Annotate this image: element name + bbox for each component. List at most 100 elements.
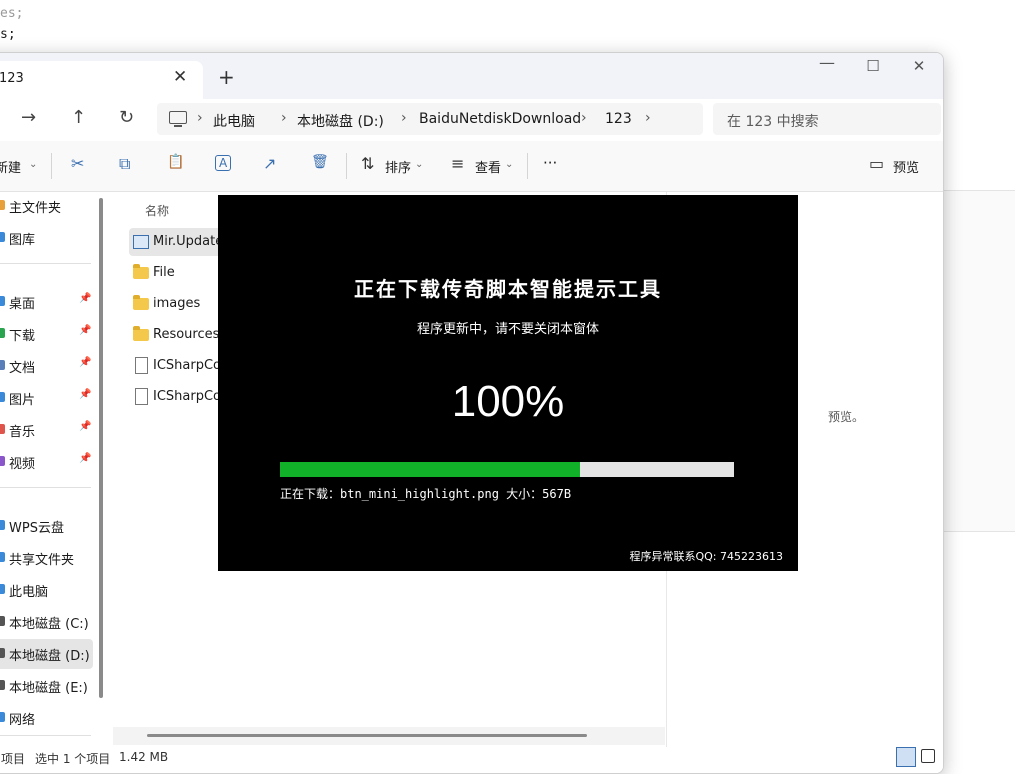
pin-icon[interactable]: 📌 — [79, 293, 91, 304]
status-item-count: 项目 — [1, 752, 26, 766]
search-input[interactable]: 在 123 中搜索 — [727, 111, 819, 131]
address-bar[interactable]: › 此电脑 › 本地磁盘 (D:) › BaiduNetdiskDownload… — [157, 103, 703, 135]
sidebar-item[interactable]: 图库 — [0, 223, 93, 253]
sidebar-item[interactable]: 共享文件夹 — [0, 543, 93, 573]
sidebar-item[interactable]: 网络 — [0, 703, 93, 733]
breadcrumb-123[interactable]: 123 — [605, 111, 632, 127]
rename-icon[interactable]: A — [215, 155, 232, 171]
chevron-right-icon[interactable]: › — [197, 110, 203, 126]
sidebar-item[interactable]: 桌面 📌 — [0, 287, 93, 317]
sidebar-item[interactable]: 文档 📌 — [0, 351, 93, 381]
sidebar-item[interactable]: 视频 📌 — [0, 447, 93, 477]
sidebar-item-label: 本地磁盘 (C:) — [9, 617, 89, 632]
new-button[interactable]: 新建 — [0, 157, 21, 176]
sidebar-item[interactable]: 主文件夹 — [0, 191, 93, 221]
background-window — [942, 190, 1015, 532]
background-code-line: s; — [0, 27, 16, 42]
update-subtitle: 程序更新中，请不要关闭本窗体 — [416, 322, 599, 337]
cut-icon[interactable]: ✂ — [71, 154, 84, 173]
update-dialog: 正在下载传奇脚本智能提示工具 程序更新中，请不要关闭本窗体 100% 正在下载：… — [218, 195, 798, 571]
sort-icon[interactable]: ⇅ — [361, 154, 374, 173]
folder-icon — [0, 328, 5, 338]
sidebar-scrollbar[interactable] — [99, 198, 103, 698]
folder-icon — [0, 456, 5, 466]
chevron-down-icon[interactable]: ⌄ — [415, 159, 423, 170]
download-progress-bar — [280, 462, 734, 477]
application-icon — [133, 235, 149, 249]
folder-icon — [0, 296, 5, 306]
refresh-icon[interactable]: ↻ — [119, 107, 134, 128]
sidebar-item[interactable]: 图片 📌 — [0, 383, 93, 413]
paste-icon[interactable]: 📋 — [167, 154, 184, 170]
horizontal-scrollbar[interactable] — [147, 734, 587, 737]
folder-icon — [0, 392, 5, 402]
folder-icon — [133, 295, 149, 310]
up-arrow-icon[interactable]: ↑ — [71, 107, 86, 128]
preview-button[interactable]: 预览 — [893, 157, 919, 176]
chevron-right-icon[interactable]: › — [645, 110, 651, 126]
tab-123[interactable]: 123 ✕ — [0, 61, 203, 99]
share-icon[interactable]: ↗ — [263, 154, 276, 173]
view-icon[interactable]: ≡ — [451, 154, 464, 173]
sidebar-item-label: 图库 — [9, 233, 36, 248]
breadcrumb-baidunetdiskdownload[interactable]: BaiduNetdiskDownload — [419, 111, 581, 127]
folder-icon — [0, 616, 5, 626]
copy-icon[interactable]: ⧉ — [119, 154, 130, 174]
maximize-button[interactable]: ☐ — [850, 57, 896, 75]
sidebar-item-label: 下载 — [9, 329, 36, 344]
folder-icon — [0, 520, 5, 530]
delete-icon[interactable]: 🗑 — [311, 154, 329, 170]
folder-icon — [133, 326, 149, 341]
forward-arrow-icon[interactable]: → — [21, 107, 36, 128]
sort-button[interactable]: 排序 — [385, 157, 411, 176]
tab-close-icon[interactable]: ✕ — [173, 67, 187, 87]
pin-icon[interactable]: 📌 — [79, 421, 91, 432]
command-bar: 新建 ⌄ ✂ ⧉ 📋 A ↗ 🗑 ⇅ 排序 ⌄ ≡ 查看 ⌄ ··· ▭ 预览 — [0, 141, 943, 192]
pin-icon[interactable]: 📌 — [79, 453, 91, 464]
computer-icon — [169, 111, 187, 127]
folder-icon — [0, 424, 5, 434]
status-selection: 选中 1 个项目 — [35, 752, 111, 766]
search-box[interactable]: 在 123 中搜索 — [713, 103, 941, 135]
sidebar-item[interactable]: 此电脑 — [0, 575, 93, 605]
sidebar-item[interactable]: 下载 📌 — [0, 319, 93, 349]
folder-icon — [0, 232, 5, 242]
chevron-down-icon[interactable]: ⌄ — [505, 159, 513, 170]
folder-icon — [0, 648, 5, 658]
sidebar-item-label: 此电脑 — [9, 585, 49, 600]
pin-icon[interactable]: 📌 — [79, 357, 91, 368]
sidebar-item[interactable]: 本地磁盘 (D:) — [0, 639, 93, 669]
sidebar-item-label: 本地磁盘 (E:) — [9, 681, 88, 696]
more-options-icon[interactable]: ··· — [543, 154, 557, 172]
preview-pane-icon[interactable]: ▭ — [869, 154, 884, 173]
sidebar-item-label: 图片 — [9, 393, 36, 408]
sidebar-item-label: 桌面 — [9, 297, 36, 312]
new-tab-button[interactable]: + — [218, 65, 235, 89]
sidebar-item[interactable]: 音乐 📌 — [0, 415, 93, 445]
pin-icon[interactable]: 📌 — [79, 389, 91, 400]
file-name: images — [153, 296, 201, 311]
sidebar-item-label: 视频 — [9, 457, 36, 472]
sidebar-item[interactable]: 本地磁盘 (E:) — [0, 671, 93, 701]
breadcrumb-this-pc[interactable]: 此电脑 — [213, 111, 255, 131]
minimize-button[interactable]: — — [804, 53, 850, 72]
chevron-down-icon[interactable]: ⌄ — [29, 159, 37, 170]
pin-icon[interactable]: 📌 — [79, 325, 91, 336]
chevron-right-icon[interactable]: › — [401, 110, 407, 126]
close-window-button[interactable]: ✕ — [896, 57, 942, 75]
title-bar: 123 ✕ + — ☐ ✕ — [0, 53, 943, 99]
chevron-right-icon[interactable]: › — [581, 110, 587, 126]
file-name: Resources — [153, 327, 220, 342]
breadcrumb-drive-d[interactable]: 本地磁盘 (D:) — [297, 111, 384, 131]
folder-icon — [0, 360, 5, 370]
sidebar-item[interactable]: 本地磁盘 (C:) — [0, 607, 93, 637]
chevron-right-icon[interactable]: › — [281, 110, 287, 126]
sidebar-item[interactable]: WPS云盘 — [0, 511, 93, 541]
toolbar-divider — [51, 153, 52, 179]
support-contact: 程序异常联系QQ: 745223613 — [629, 550, 783, 563]
file-name: Mir.Update — [153, 234, 224, 249]
column-header-name[interactable]: 名称 — [145, 202, 169, 219]
sidebar-item-label: 文档 — [9, 361, 36, 376]
view-button[interactable]: 查看 — [475, 157, 501, 176]
details-view-icon[interactable] — [896, 747, 916, 767]
